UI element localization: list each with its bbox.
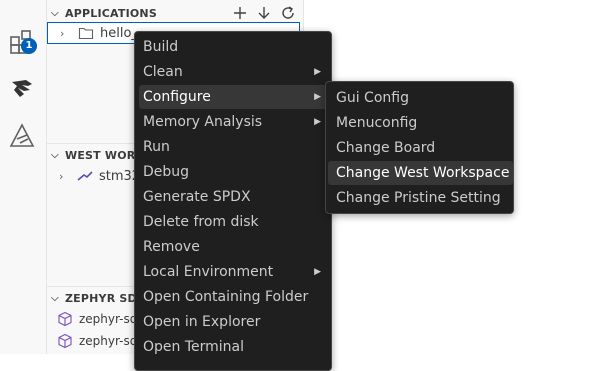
- submenu-item-change-west-workspace[interactable]: Change West Workspace: [328, 161, 513, 185]
- applications-section-header[interactable]: ⌵ APPLICATIONS: [47, 2, 304, 24]
- menu-item-configure[interactable]: Configure ▶: [139, 85, 327, 109]
- chevron-right-icon: ▶: [314, 267, 321, 277]
- west-icon: [77, 171, 93, 181]
- menu-item-open-containing-folder[interactable]: Open Containing Folder: [139, 285, 327, 309]
- refresh-icon[interactable]: [280, 5, 296, 21]
- menu-item-label: Open Terminal: [143, 339, 245, 355]
- menu-item-remove[interactable]: Remove: [139, 235, 327, 259]
- applications-header-label: APPLICATIONS: [65, 6, 157, 20]
- menu-item-label: Open in Explorer: [143, 314, 261, 330]
- zephyr-icon[interactable]: [8, 74, 36, 102]
- menu-item-delete-from-disk[interactable]: Delete from disk: [139, 210, 327, 234]
- menu-item-label: Debug: [143, 164, 190, 180]
- package-icon: [58, 333, 72, 349]
- submenu-item-label: Change West Workspace: [336, 165, 510, 181]
- menu-item-clean[interactable]: Clean ▶: [139, 60, 327, 84]
- chevron-right-icon: ›: [59, 169, 64, 183]
- menu-item-label: Configure: [143, 89, 211, 105]
- menu-item-local-environment[interactable]: Local Environment ▶: [139, 260, 327, 284]
- submenu-item-label: Gui Config: [336, 90, 409, 106]
- menu-item-label: Open Containing Folder: [143, 289, 309, 305]
- arrow-down-icon[interactable]: [256, 5, 272, 21]
- application-item-label: hello_: [100, 25, 138, 41]
- menu-item-open-in-explorer[interactable]: Open in Explorer: [139, 310, 327, 334]
- submenu-item-label: Change Pristine Setting: [336, 190, 501, 206]
- menu-item-run[interactable]: Run: [139, 135, 327, 159]
- menu-item-label: Build: [143, 39, 179, 55]
- menu-item-label: Local Environment: [143, 264, 274, 280]
- submenu-item-menuconfig[interactable]: Menuconfig: [328, 111, 509, 135]
- menu-item-memory-analysis[interactable]: Memory Analysis ▶: [139, 110, 327, 134]
- menu-item-label: Generate SPDX: [143, 189, 251, 205]
- menu-item-generate-spdx[interactable]: Generate SPDX: [139, 185, 327, 209]
- sdk-item[interactable]: zephyr-sd: [57, 330, 137, 352]
- menu-item-label: Delete from disk: [143, 214, 259, 230]
- west-workspace-item[interactable]: › stm32: [59, 165, 140, 187]
- package-icon: [58, 311, 72, 327]
- activity-bar: 1: [0, 0, 47, 354]
- sdk-item-label: zephyr-sd: [79, 334, 138, 348]
- add-icon[interactable]: [232, 5, 248, 21]
- chevron-down-icon: ⌵: [51, 7, 59, 19]
- chevron-right-icon: ›: [60, 26, 65, 40]
- zephyr-tools-icon[interactable]: [8, 122, 36, 150]
- menu-item-debug[interactable]: Debug: [139, 160, 327, 184]
- chevron-right-icon: ▶: [314, 92, 321, 102]
- menu-item-open-terminal[interactable]: Open Terminal: [139, 335, 327, 359]
- sdk-item[interactable]: zephyr-sd: [57, 308, 137, 330]
- submenu-item-gui-config[interactable]: Gui Config: [328, 86, 509, 110]
- configure-submenu: Gui Config Menuconfig Change Board Chang…: [325, 81, 514, 214]
- submenu-item-change-board[interactable]: Change Board: [328, 136, 509, 160]
- menu-item-label: Run: [143, 139, 170, 155]
- chevron-right-icon: ▶: [314, 117, 321, 127]
- context-menu: Build Clean ▶ Configure ▶ Memory Analysis ▶…: [134, 31, 332, 371]
- sdk-item-label: zephyr-sd: [79, 312, 138, 326]
- applications-actions: [232, 2, 296, 24]
- submenu-item-label: Change Board: [336, 140, 436, 156]
- folder-icon: [78, 27, 94, 40]
- menu-item-label: Remove: [143, 239, 200, 255]
- menu-item-label: Clean: [143, 64, 183, 80]
- menu-item-build[interactable]: Build: [139, 35, 327, 59]
- menu-item-label: Memory Analysis: [143, 114, 263, 130]
- submenu-item-label: Menuconfig: [336, 115, 418, 131]
- extensions-badge: 1: [21, 38, 37, 54]
- chevron-right-icon: ▶: [314, 67, 321, 77]
- chevron-down-icon: ⌵: [51, 292, 59, 304]
- submenu-item-change-pristine-setting[interactable]: Change Pristine Setting: [328, 186, 509, 210]
- chevron-down-icon: ⌵: [51, 149, 59, 161]
